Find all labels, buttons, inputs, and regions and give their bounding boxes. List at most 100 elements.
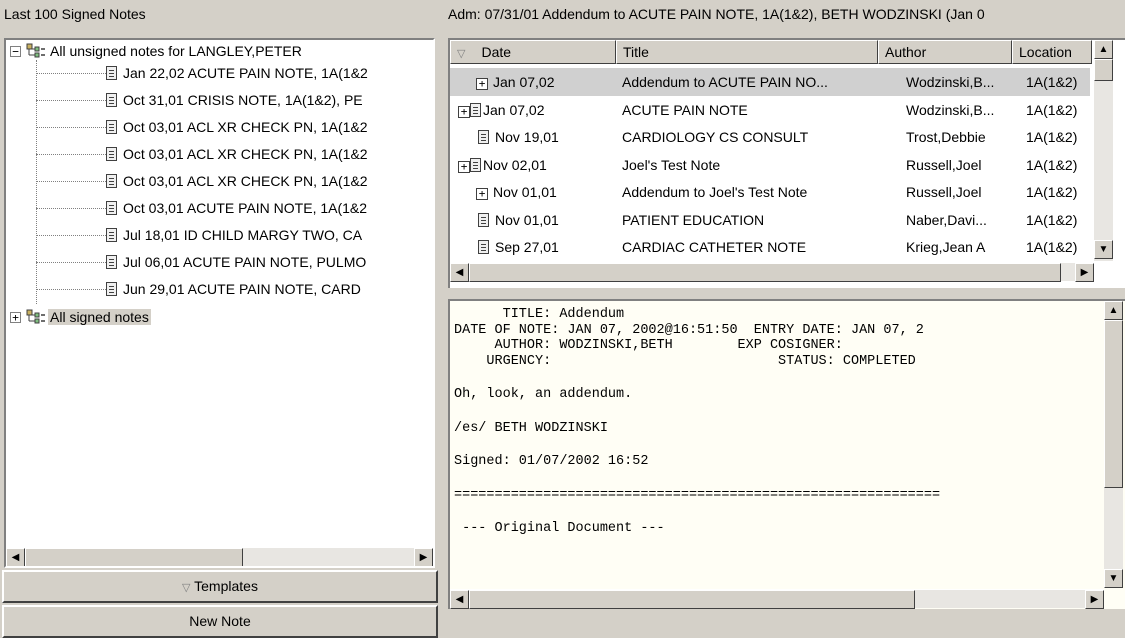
- list-horizontal-scrollbar[interactable]: ◀ ▶: [450, 262, 1094, 282]
- column-header-author[interactable]: Author: [878, 40, 1012, 64]
- note-line: --- Original Document ---: [454, 521, 665, 536]
- scroll-thumb[interactable]: [1094, 59, 1113, 81]
- new-note-button[interactable]: New Note: [2, 605, 438, 638]
- scroll-up-icon[interactable]: ▲: [1104, 301, 1123, 320]
- cell-date: Sep 27,01: [478, 233, 559, 261]
- table-row[interactable]: + Nov 02,01 Joel's Test Note Russell,Joel 1A…: [450, 151, 1090, 179]
- notes-tree[interactable]: − All unsigned notes for LANGLEY,PETER J…: [4, 38, 435, 568]
- cell-location: 1A(1&2): [1026, 129, 1078, 145]
- cell-location: 1A(1&2): [1026, 184, 1078, 200]
- table-row[interactable]: + Jan 07,02 Addendum to ACUTE PAIN NO... Wo…: [450, 68, 1090, 96]
- note-line: ========================================…: [454, 487, 941, 503]
- tree-item-unsigned-note[interactable]: Oct 03,01 ACL XR CHECK PN, 1A(1&2: [106, 143, 368, 165]
- table-row[interactable]: + Nov 01,01 Addendum to Joel's Test Note Ru…: [450, 178, 1090, 206]
- notes-list[interactable]: ▽ Date Title Author Location + Jan 07,02 Ad…: [448, 38, 1125, 288]
- table-row[interactable]: Sep 27,01 CARDIAC CATHETER NOTE Krieg,Jean…: [450, 233, 1090, 261]
- tree-item-unsigned-note[interactable]: Oct 31,01 CRISIS NOTE, 1A(1&2), PE: [106, 89, 363, 111]
- note-text-viewer[interactable]: TITLE: Addendum DATE OF NOTE: JAN 07, 200…: [448, 299, 1125, 609]
- note-line: [454, 403, 940, 421]
- tree-group-icon: [26, 309, 45, 324]
- cell-title: Addendum to Joel's Test Note: [622, 184, 808, 200]
- column-header-title-label: Title: [623, 44, 649, 60]
- column-header-location[interactable]: Location: [1012, 40, 1092, 64]
- document-icon: [470, 102, 481, 117]
- cell-location: 1A(1&2): [1026, 239, 1078, 255]
- scroll-thumb[interactable]: [25, 548, 243, 566]
- scroll-left-icon[interactable]: ◀: [450, 263, 469, 282]
- tree-item-unsigned-note[interactable]: Jul 06,01 ACUTE PAIN NOTE, PULMO: [106, 251, 366, 273]
- tree-horizontal-scrollbar[interactable]: ◀ ▶: [6, 547, 433, 566]
- scroll-up-icon[interactable]: ▲: [1094, 40, 1113, 59]
- table-row[interactable]: + Jan 07,02 ACUTE PAIN NOTE Wodzinski,B... 1…: [450, 96, 1090, 124]
- tree-root-signed[interactable]: All signed notes: [48, 306, 151, 328]
- tree-item-unsigned-note[interactable]: Oct 03,01 ACUTE PAIN NOTE, 1A(1&2: [106, 197, 367, 219]
- note-line: URGENCY: STATUS: COMPLETED: [454, 353, 916, 369]
- document-icon: [470, 157, 481, 172]
- scroll-left-icon[interactable]: ◀: [450, 590, 469, 609]
- document-icon: [106, 120, 117, 134]
- tree-root-unsigned[interactable]: All unsigned notes for LANGLEY,PETER: [50, 40, 302, 62]
- scroll-thumb[interactable]: [469, 590, 915, 609]
- table-row[interactable]: Nov 01,01 PATIENT EDUCATION Naber,Davi... 1…: [450, 206, 1090, 234]
- addendum-icon: +: [476, 78, 488, 90]
- tree-item-unsigned-note[interactable]: Oct 03,01 ACL XR CHECK PN, 1A(1&2: [106, 170, 368, 192]
- note-line: /es/ BETH WODZINSKI: [454, 420, 608, 436]
- column-header-date[interactable]: ▽ Date: [450, 40, 616, 64]
- chevron-down-icon: ▽: [182, 582, 191, 594]
- note-line: DATE OF NOTE: JAN 07, 2002@16:51:50 ENTR…: [454, 322, 924, 338]
- table-row[interactable]: Nov 19,01 CARDIOLOGY CS CONSULT Trost,Debb…: [450, 123, 1090, 151]
- column-header-location-label: Location: [1019, 44, 1072, 60]
- list-vertical-scrollbar[interactable]: ▲ ▼: [1094, 40, 1113, 261]
- column-header-title[interactable]: Title: [616, 40, 878, 64]
- tree-item-label: Jul 18,01 ID CHILD MARGY TWO, CA: [123, 227, 363, 243]
- scroll-right-icon[interactable]: ▶: [1075, 263, 1094, 282]
- templates-button-label: Templates: [194, 578, 258, 594]
- cell-title: CARDIOLOGY CS CONSULT: [622, 129, 809, 145]
- scroll-thumb[interactable]: [1104, 320, 1123, 488]
- cell-date: Nov 01,01: [478, 206, 559, 234]
- cell-date-text: Jan 07,02: [483, 101, 545, 118]
- addendum-icon: +: [458, 105, 470, 118]
- tree-item-unsigned-note[interactable]: Jan 22,02 ACUTE PAIN NOTE, 1A(1&2: [106, 62, 368, 84]
- scroll-right-icon[interactable]: ▶: [1085, 590, 1104, 609]
- note-vertical-scrollbar[interactable]: ▲ ▼: [1104, 301, 1123, 588]
- notes-panel-title: Last 100 Signed Notes: [4, 6, 146, 22]
- note-line: AUTHOR: WODZINSKI,BETH EXP COSIGNER:: [454, 338, 843, 353]
- tree-item-label: Oct 03,01 ACUTE PAIN NOTE, 1A(1&2: [123, 200, 368, 216]
- cell-title: PATIENT EDUCATION: [622, 211, 765, 228]
- document-icon: [478, 240, 489, 254]
- expand-icon[interactable]: +: [10, 312, 21, 323]
- note-line: [454, 470, 940, 488]
- cell-date-text: Nov 01,01: [495, 211, 559, 228]
- cell-title: ACUTE PAIN NOTE: [622, 101, 748, 118]
- document-icon: [106, 147, 117, 161]
- tree-item-unsigned-note[interactable]: Jun 29,01 ACUTE PAIN NOTE, CARD: [106, 278, 361, 300]
- tree-item-label: Oct 03,01 ACL XR CHECK PN, 1A(1&2: [123, 173, 368, 189]
- document-icon: [478, 212, 489, 227]
- scroll-thumb[interactable]: [469, 263, 1061, 282]
- document-icon: [106, 201, 117, 215]
- tree-root-signed-label: All signed notes: [48, 309, 151, 325]
- cell-date-text: Jan 07,02: [493, 74, 555, 90]
- scroll-down-icon[interactable]: ▼: [1094, 240, 1113, 259]
- new-note-button-label: New Note: [189, 613, 251, 629]
- addendum-icon: +: [458, 160, 470, 173]
- note-line: Signed: 01/07/2002 16:52: [454, 454, 649, 469]
- tree-item-label: Jul 06,01 ACUTE PAIN NOTE, PULMO: [123, 254, 367, 270]
- scroll-left-icon[interactable]: ◀: [6, 548, 25, 566]
- tree-item-unsigned-note[interactable]: Oct 03,01 ACL XR CHECK PN, 1A(1&2: [106, 116, 368, 138]
- cell-author: Wodzinski,B...: [906, 74, 995, 90]
- note-line: Oh, look, an addendum.: [454, 387, 633, 402]
- collapse-icon[interactable]: −: [10, 46, 21, 57]
- templates-button[interactable]: ▽ Templates: [2, 570, 438, 603]
- tree-item-unsigned-note[interactable]: Jul 18,01 ID CHILD MARGY TWO, CA: [106, 224, 362, 246]
- note-horizontal-scrollbar[interactable]: ◀ ▶: [450, 589, 1104, 609]
- tree-item-label: Oct 03,01 ACL XR CHECK PN, 1A(1&2: [123, 119, 368, 135]
- note-line: [454, 369, 940, 387]
- cell-author: Trost,Debbie: [906, 129, 986, 145]
- scroll-right-icon[interactable]: ▶: [414, 548, 433, 566]
- column-header-date-label: Date: [481, 44, 512, 60]
- note-line: [454, 436, 940, 454]
- cell-location: 1A(1&2): [1026, 101, 1078, 118]
- scroll-down-icon[interactable]: ▼: [1104, 569, 1123, 588]
